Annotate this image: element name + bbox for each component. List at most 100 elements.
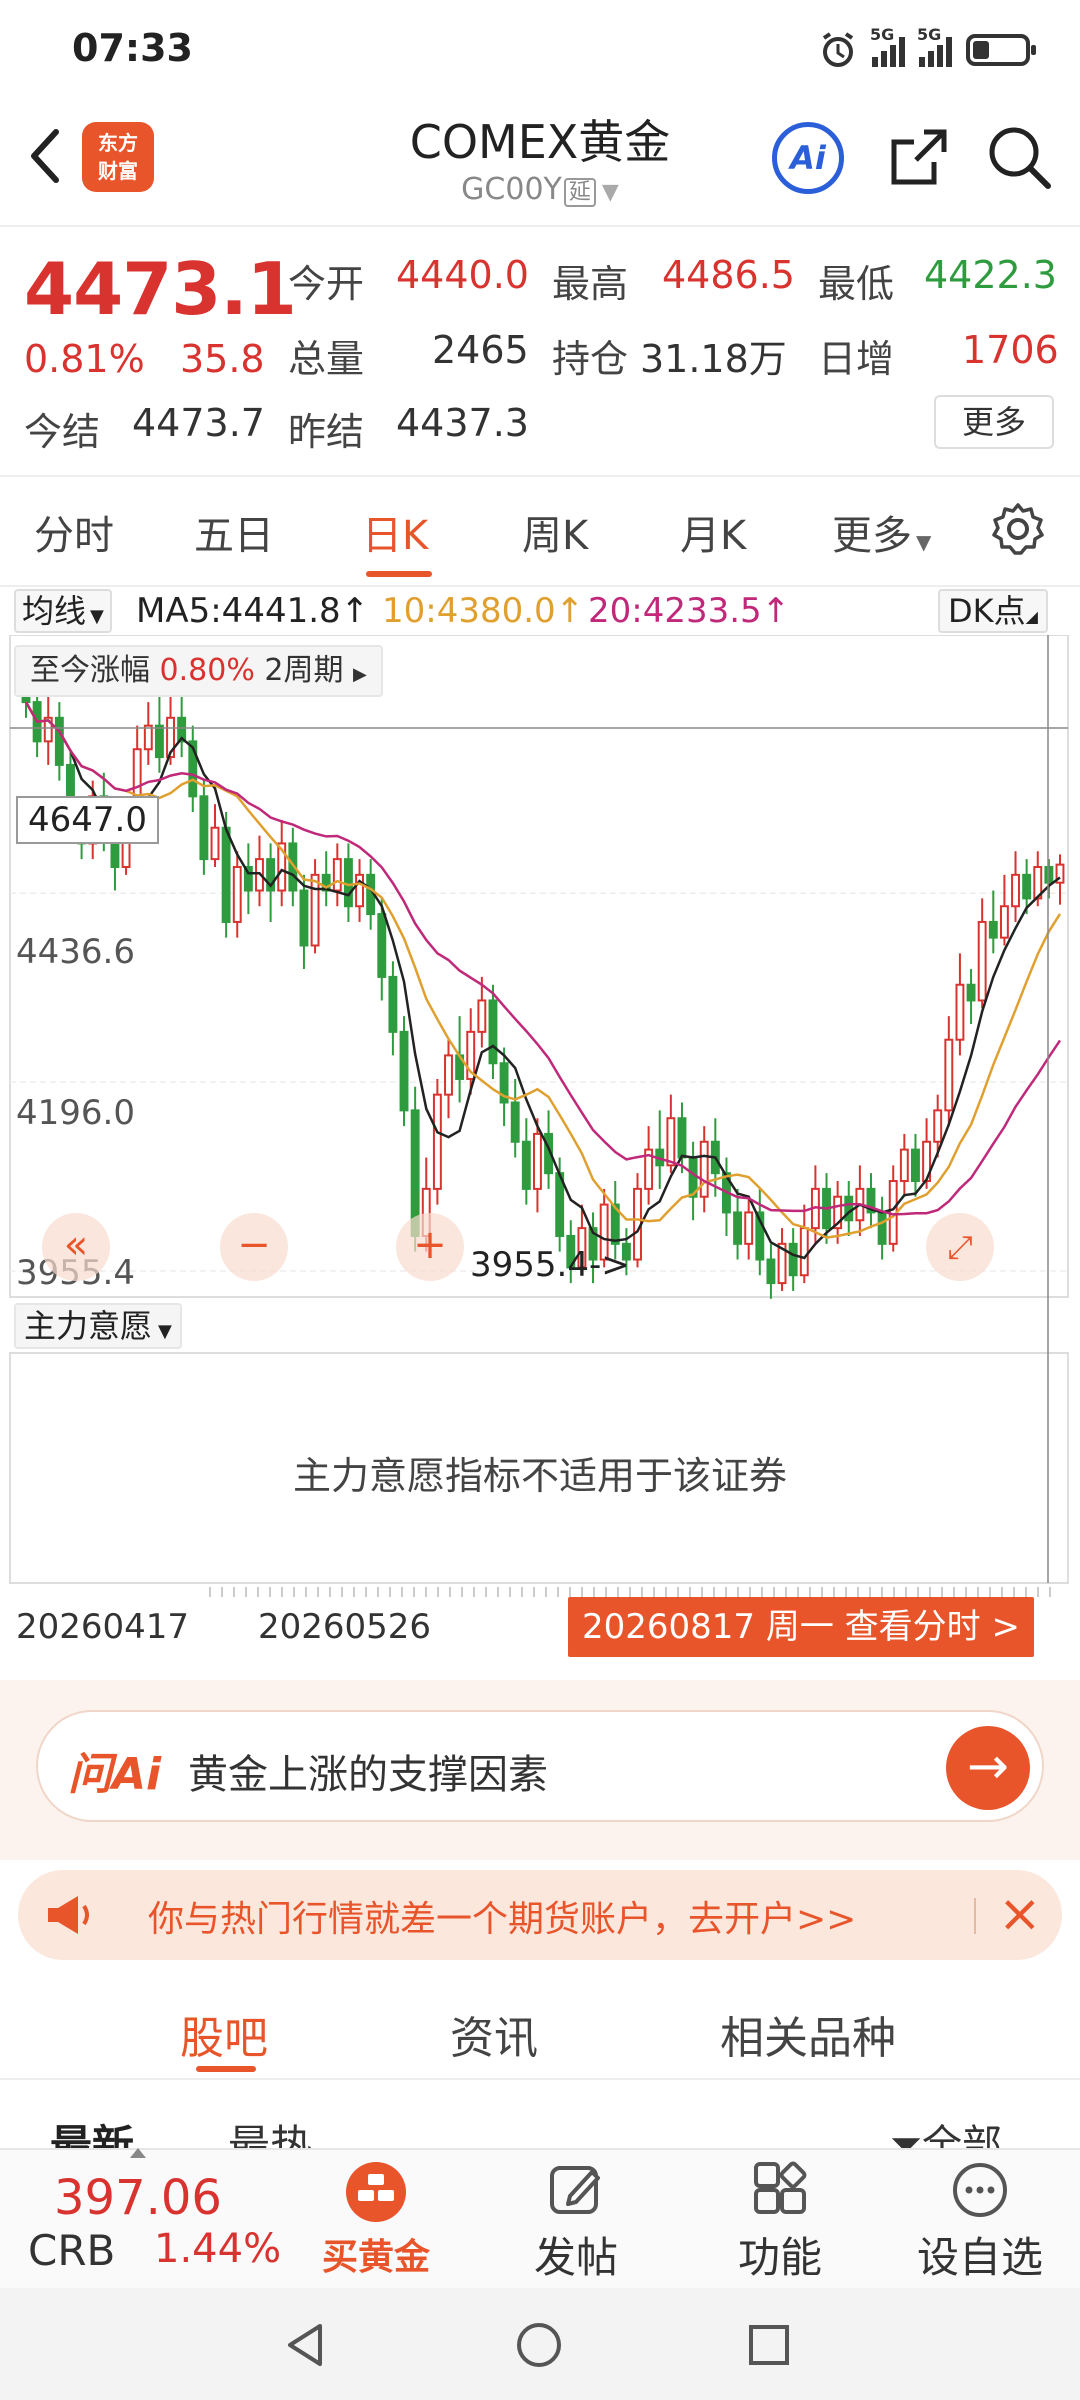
ai-ask-go-button[interactable]: → [946,1726,1030,1810]
candle-body [1022,873,1032,900]
settings-gear-icon[interactable] [990,501,1046,557]
zoom-in-button[interactable]: + [396,1213,464,1281]
quote-panel: 4473.1 0.81% 35.8 今开 4440.0 最高 4486.5 最低… [0,225,1080,465]
candle-body [788,1242,798,1277]
candle-body [744,1211,754,1245]
candle-body [332,858,342,892]
signal-5g-icon-2: 5G [917,25,952,67]
promo-text: 你与热门行情就差一个期货账户，去开户>> [148,1899,857,1940]
share-icon[interactable] [884,122,954,192]
candle-body [377,913,387,978]
system-back-icon[interactable] [280,2320,330,2370]
tab-news[interactable]: 资讯 [450,2002,538,2066]
candle-body [666,1117,676,1167]
sort-latest-label: 最新 [50,2121,135,2150]
ma-select[interactable]: 均线 ▼ [14,589,112,633]
fullscreen-button[interactable]: ⤢ [926,1213,994,1281]
candle-body [299,889,309,947]
y-tick-2: 4196.0 [16,1093,135,1133]
ai-ask-bar[interactable]: 问Ai 黄金上涨的支撑因素 → [36,1710,1044,1822]
candle-body [521,1140,531,1190]
indicator-select[interactable]: 主力意愿 ▼ [14,1303,182,1349]
eastmoney-logo: 东方 财富 [82,122,154,192]
view-intraday-button[interactable]: 20260817 周一 查看分时 > [568,1597,1034,1657]
high-value: 4486.5 [662,253,795,297]
nav-function-label: 功能 [737,2233,822,2282]
crb-price[interactable]: 397.06 [54,2170,222,2226]
system-home-icon[interactable] [514,2320,564,2370]
candle-body [911,1148,920,1183]
bottom-nav: 397.06 CRB 1.44% 买黄金 发帖 功能 设自选 [0,2148,1080,2288]
kline-chart[interactable]: 至今涨幅 0.80% 2周期 ▶ 4436.6 4196.0 3955.4 46… [0,635,1080,1685]
crb-change-percent[interactable]: 1.44% [154,2226,281,2272]
corner-caret-icon: ◢ [1025,607,1038,626]
tab-stock-forum[interactable]: 股吧 [180,2002,268,2066]
more-quote-button[interactable]: 更多 [934,395,1054,449]
tab-related-products[interactable]: 相关品种 [720,2002,896,2066]
candle-body [343,858,353,908]
ma20-value: 20:4233.5↑ [588,591,791,631]
open-value: 4440.0 [396,253,529,297]
change-percent: 0.81% [24,337,145,381]
candle-body [899,1148,909,1183]
sort-hot[interactable]: 最热 [228,2112,312,2150]
candle-body [966,983,976,1002]
nav-post[interactable]: 发帖 [496,2160,656,2285]
double-chevron-left-icon: « [63,1222,89,1268]
arrow-right-icon: → [967,1737,1009,1795]
crb-name[interactable]: CRB [28,2226,115,2275]
tab-daily-k[interactable]: 日K [362,503,428,561]
ma10-value: 10:4380.0↑ [382,591,585,631]
promo-banner[interactable]: 你与热门行情就差一个期货账户，去开户>> × [18,1870,1062,1960]
sort-latest[interactable]: 最新⌄ [50,2112,151,2150]
logo-line-2: 财富 [98,159,138,183]
tab-five-day[interactable]: 五日 [194,503,274,561]
system-recents-icon[interactable] [744,2320,794,2370]
candle-body [1044,865,1054,884]
sort-row: 最新⌄ 最热 ⏷全部 [0,2090,1080,2150]
candle-body [399,1030,409,1112]
volume-label: 总量 [288,337,365,381]
tab-more[interactable]: 更多 ▼ [832,503,931,561]
change-value: 35.8 [180,337,265,381]
candle-body [844,1195,854,1222]
tab-monthly-k[interactable]: 月K [680,503,746,561]
candle-body [310,873,320,947]
dk-points-button[interactable]: DK点◢ [938,589,1048,633]
ask-ai-logo: 问Ai [68,1749,162,1800]
last-price: 4473.1 [24,247,297,331]
zoom-out-button[interactable]: − [220,1213,288,1281]
tab-more-label: 更多 [832,513,912,559]
nav-buy-gold[interactable]: 买黄金 [296,2160,456,2280]
active-tab-indicator [366,571,432,577]
symbol-code-text: GC00Y [461,172,562,207]
back-icon[interactable] [20,120,70,192]
candle-body [733,1211,743,1245]
nav-function[interactable]: 功能 [700,2160,860,2285]
search-icon[interactable] [984,122,1054,192]
candle-body [999,905,1009,939]
forum-tabs: 股吧 资讯 相关品种 [0,1978,1080,2080]
tab-weekly-k[interactable]: 周K [522,503,588,561]
open-interest-value: 31.18万 [640,337,787,381]
nav-add-watchlist[interactable]: 设自选 [900,2160,1060,2285]
candle-body [677,1117,687,1159]
candle-body [944,1038,954,1112]
candle-body [877,1211,887,1245]
open-label: 今开 [288,262,365,306]
more-circle-icon [953,2163,1007,2217]
scroll-left-button[interactable]: « [42,1213,110,1281]
battery-icon [966,34,1036,66]
range-change-pill[interactable]: 至今涨幅 0.80% 2周期 ▶ [14,645,383,697]
prev-settle-value: 4437.3 [396,401,529,445]
ai-button[interactable]: Ai [772,122,844,194]
daily-increase-label: 日增 [818,337,895,381]
clock: 07:33 [72,26,193,70]
close-icon[interactable]: × [998,1884,1042,1944]
tab-intraday[interactable]: 分时 [34,503,114,561]
chevron-right-icon: ▶ [353,664,367,685]
ai-question: 黄金上涨的支撑因素 [188,1752,548,1798]
filter-all[interactable]: ⏷全部 [890,2112,1002,2150]
candle-body [1011,873,1020,908]
candle-body [444,1054,453,1096]
